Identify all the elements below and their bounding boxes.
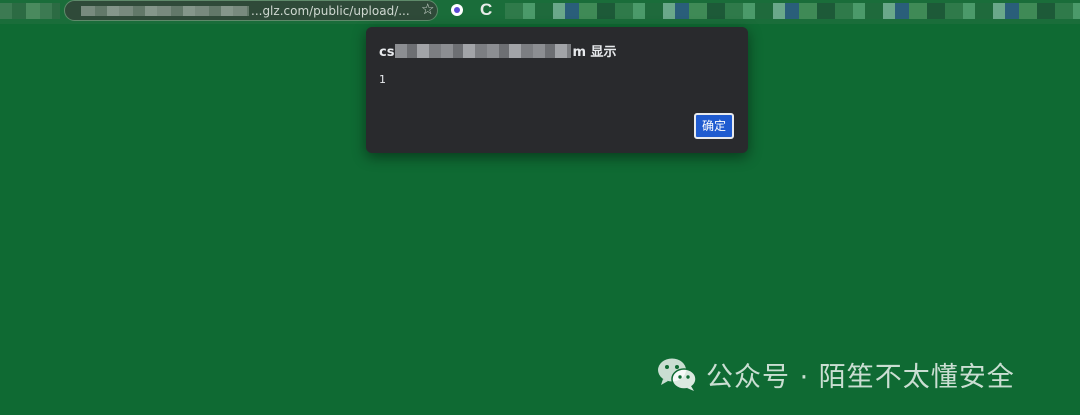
- dialog-message: 1: [379, 73, 386, 86]
- alert-dialog: cs m 显示 1 确定: [366, 27, 748, 153]
- watermark: 公众号 · 陌笙不太懂安全: [656, 354, 1015, 394]
- wechat-icon: [658, 358, 697, 391]
- address-redacted: [81, 6, 249, 16]
- bookmark-star-icon[interactable]: ☆: [421, 1, 434, 19]
- browser-toolbar: ...glz.com/public/upload/... ☆ C: [0, 0, 1080, 24]
- watermark-text: 公众号 · 陌笙不太懂安全: [706, 361, 1015, 393]
- pixelated-tab-area: [0, 3, 60, 19]
- ok-button[interactable]: 确定: [694, 113, 734, 139]
- pixelated-extensions-area: [505, 3, 1080, 19]
- address-text: ...glz.com/public/upload/...: [251, 4, 410, 18]
- dialog-title: cs m 显示: [379, 41, 617, 60]
- extension-c-icon[interactable]: C: [480, 0, 492, 20]
- dialog-title-suffix: m 显示: [572, 45, 617, 60]
- browser-viewport: ...glz.com/public/upload/... ☆ C cs m 显示 …: [0, 0, 1080, 415]
- dialog-title-redacted: [395, 44, 572, 58]
- dialog-title-prefix: cs: [379, 45, 395, 60]
- extension-icon[interactable]: [451, 4, 463, 16]
- address-bar[interactable]: ...glz.com/public/upload/...: [64, 0, 438, 21]
